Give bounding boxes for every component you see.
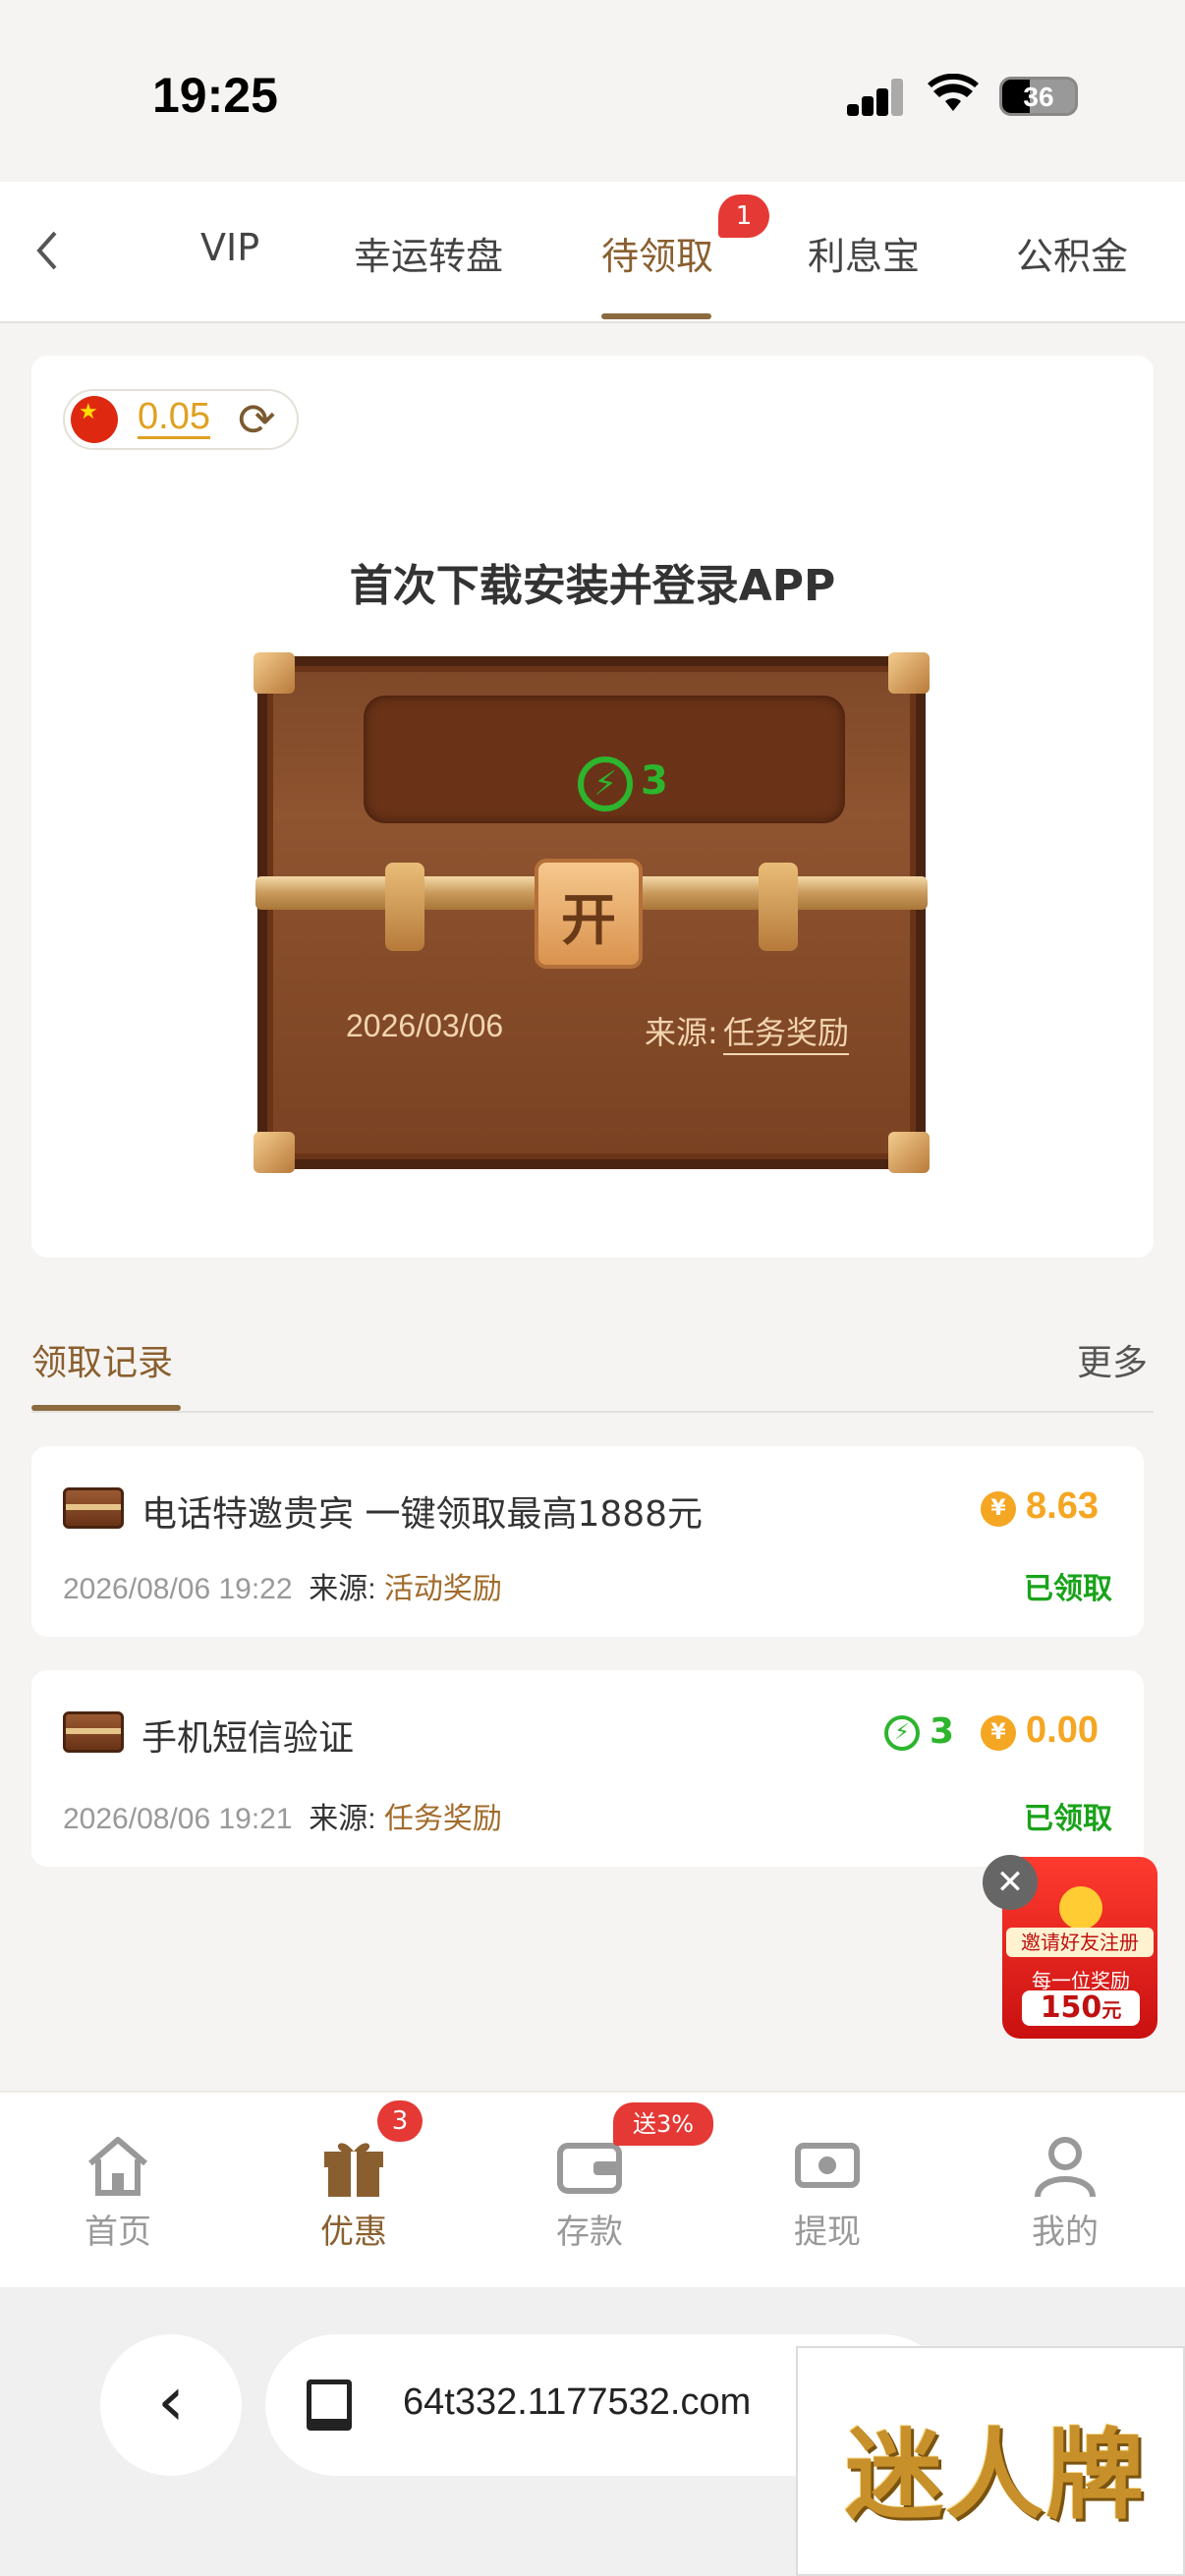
tab-bar: VIP 幸运转盘 待领取 利息宝 公积金	[0, 182, 1185, 323]
coin-icon	[1059, 1886, 1102, 1930]
nav-profile[interactable]: 我的	[977, 2132, 1154, 2253]
chest-corner	[254, 1132, 295, 1173]
records-more-link[interactable]: 更多	[1077, 1334, 1148, 1385]
promo-unit: 元	[1101, 1998, 1122, 2022]
record-source-label: 来源:	[309, 1573, 376, 1605]
promo-amount-value: 150	[1040, 1990, 1102, 2025]
record-source-label: 来源:	[309, 1803, 376, 1835]
nav-withdraw[interactable]: 提现	[739, 2132, 916, 2253]
records-tab-indicator	[31, 1405, 181, 1411]
cash-icon	[792, 2132, 863, 2199]
china-flag-icon: ★	[71, 396, 118, 443]
browser-back-button[interactable]: ‹	[100, 2334, 242, 2476]
back-chevron-icon[interactable]	[28, 221, 77, 284]
open-label: 开	[561, 889, 616, 953]
coin-icon: ¥	[981, 1491, 1016, 1527]
record-time: 2026/08/06 19:21	[63, 1803, 293, 1835]
battery-level: 36	[1023, 82, 1054, 112]
record-status: 已领取	[1024, 1802, 1112, 1836]
chest-corner	[888, 652, 930, 694]
record-item[interactable]: 手机短信验证 ⚡ 3 ¥ 0.00 2026/08/06 19:21 来源: 任…	[31, 1670, 1144, 1867]
wifi-icon	[928, 71, 979, 124]
nav-label: 提现	[794, 2212, 861, 2252]
record-energy: 3	[930, 1711, 955, 1752]
record-status: 已领取	[1024, 1572, 1112, 1606]
record-coin: 0.00	[1026, 1709, 1099, 1751]
watermark-text: 迷人牌	[845, 2417, 1146, 2533]
chest-latch-icon	[385, 863, 424, 951]
tab-vip[interactable]: VIP	[200, 226, 259, 269]
open-chest-button[interactable]: 开	[535, 859, 643, 969]
nav-home[interactable]: 首页	[29, 2132, 206, 2253]
watermark-logo: 迷人牌	[796, 2346, 1185, 2576]
nav-deposit[interactable]: 存款	[501, 2132, 678, 2253]
active-tab-indicator	[601, 313, 711, 319]
treasure-chest[interactable]: ⚡ 3 开 2026/03/06 来源: 任务奖励	[254, 652, 930, 1173]
deposit-bonus-badge: 送3%	[613, 2102, 713, 2146]
task-title: 首次下载安装并登录APP	[349, 561, 836, 611]
status-time: 19:25	[152, 68, 278, 123]
bottom-nav: 首页 优惠 存款 提现 我的	[0, 2091, 1185, 2287]
record-source: 活动奖励	[383, 1573, 502, 1605]
nav-badge: 3	[377, 2100, 423, 2142]
user-icon	[1030, 2132, 1100, 2199]
url-text[interactable]: 64t332.1177532.com	[403, 2381, 751, 2424]
promo-amount: 150元	[1022, 1990, 1140, 2026]
nav-label: 首页	[85, 2212, 151, 2252]
balance-value: 0.05	[138, 396, 210, 439]
refresh-icon[interactable]: ⟳	[238, 393, 276, 446]
record-time: 2026/08/06 19:22	[63, 1573, 293, 1605]
signal-icon	[847, 79, 903, 116]
nav-offers[interactable]: 优惠	[265, 2132, 442, 2253]
tab-interest[interactable]: 利息宝	[808, 226, 920, 280]
task-source-label: 来源:	[645, 1014, 718, 1051]
page-icon	[307, 2380, 352, 2431]
record-meta: 2026/08/06 19:21 来源: 任务奖励	[63, 1794, 502, 1837]
record-item[interactable]: 电话特邀贵宾 一键领取最高1888元 ¥ 8.63 2026/08/06 19:…	[31, 1446, 1144, 1637]
coin-icon: ¥	[981, 1715, 1016, 1751]
tab-lucky-wheel[interactable]: 幸运转盘	[354, 226, 503, 280]
nav-label: 存款	[556, 2212, 623, 2252]
task-source[interactable]: 任务奖励	[723, 1008, 850, 1055]
promo-line2: 每一位奖励	[1032, 1969, 1130, 1992]
tab-fund[interactable]: 公积金	[1016, 226, 1128, 280]
home-icon	[83, 2132, 153, 2199]
chest-panel: ⚡ 3	[364, 696, 845, 823]
energy-bolt-icon: ⚡	[884, 1715, 920, 1751]
balance-pill[interactable]: ★ 0.05 ⟳	[63, 389, 299, 450]
energy-bolt-icon: ⚡	[578, 756, 633, 812]
record-meta: 2026/08/06 19:22 来源: 活动奖励	[63, 1564, 502, 1607]
chest-corner	[888, 1132, 930, 1173]
record-name: 电话特邀贵宾 一键领取最高1888元	[141, 1494, 704, 1535]
gift-icon	[318, 2132, 389, 2199]
tab-pending[interactable]: 待领取	[601, 226, 713, 280]
records-title[interactable]: 领取记录	[31, 1334, 173, 1385]
energy-value: 3	[641, 758, 668, 804]
nav-label: 我的	[1032, 2212, 1099, 2252]
tab-badge: 1	[718, 195, 769, 238]
record-coin: 8.63	[1026, 1485, 1099, 1527]
chest-icon	[63, 1487, 124, 1529]
chest-latch-icon	[759, 863, 798, 951]
close-icon[interactable]: ✕	[983, 1855, 1038, 1910]
record-source: 任务奖励	[383, 1803, 502, 1835]
divider	[31, 1411, 1154, 1413]
promo-line1: 邀请好友注册	[1006, 1928, 1154, 1957]
nav-label: 优惠	[320, 2212, 387, 2252]
task-date: 2026/03/06	[346, 1008, 504, 1043]
chest-icon	[63, 1711, 124, 1753]
battery-icon: 36	[999, 77, 1078, 116]
record-name: 手机短信验证	[141, 1718, 355, 1759]
chest-corner	[254, 652, 295, 694]
